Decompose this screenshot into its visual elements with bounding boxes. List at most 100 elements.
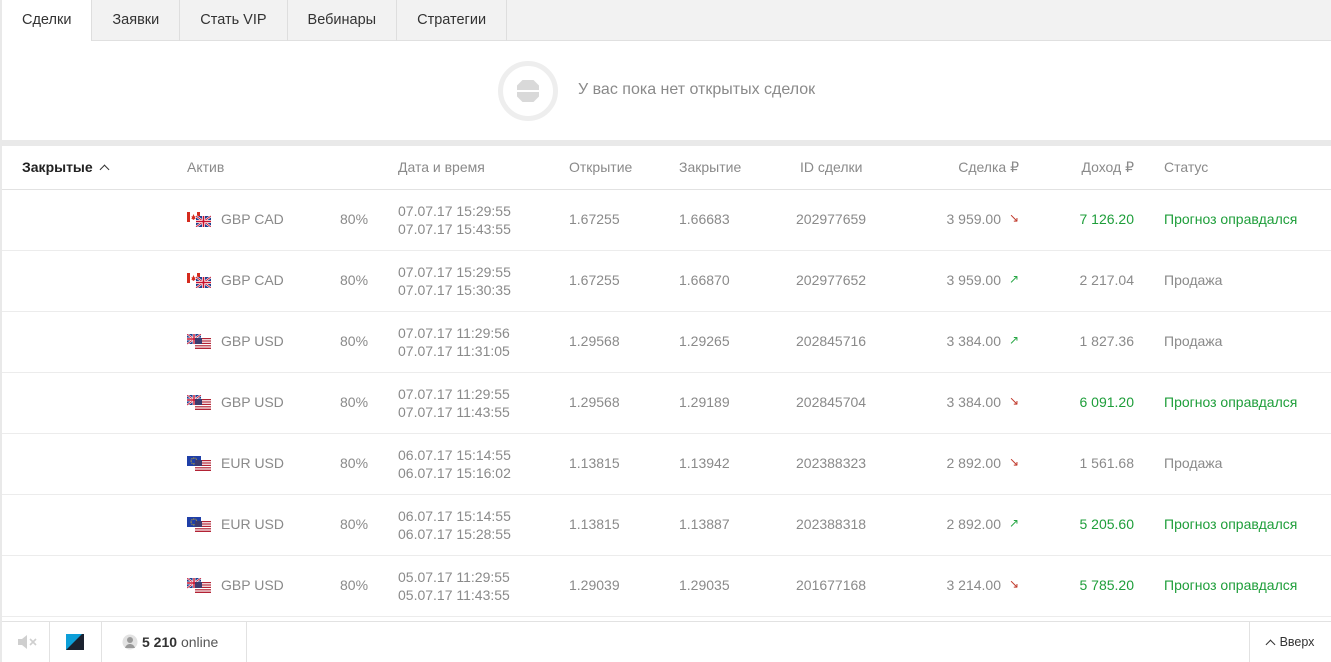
- closed-sort-toggle[interactable]: Закрытые: [22, 159, 110, 175]
- tab-become-vip[interactable]: Стать VIP: [180, 0, 288, 41]
- open-price: 1.13815: [569, 516, 620, 532]
- empty-state-text: У вас пока нет открытых сделок: [578, 81, 816, 98]
- payout-percent: 80%: [340, 455, 369, 471]
- deal-income: 1 827.36: [1079, 333, 1135, 349]
- table-row[interactable]: EUR USD 80% 06.07.17 15:14:55 06.07.17 15:2…: [2, 495, 1331, 556]
- deal-status: Прогноз оправдался: [1164, 577, 1298, 593]
- arrow-up-right-icon: ↗: [1009, 516, 1020, 530]
- close-price: 1.66870: [679, 272, 730, 288]
- deal-id: 202388323: [796, 455, 867, 471]
- close-price: 1.13887: [679, 516, 730, 532]
- tab-bar: Сделки Заявки Стать VIP Вебинары Стратег…: [2, 0, 1331, 42]
- chevron-up-icon: [1265, 639, 1276, 650]
- arrow-down-right-icon: ↘: [1009, 211, 1020, 225]
- deal-amount: 3 214.00: [946, 577, 1002, 593]
- online-label: online: [180, 634, 219, 650]
- close-price: 1.29035: [679, 577, 730, 593]
- asset-name: GBP USD: [221, 333, 284, 349]
- payout-percent: 80%: [340, 333, 369, 349]
- deal-status: Продажа: [1164, 272, 1223, 288]
- tab-strategies[interactable]: Стратегии: [397, 0, 508, 41]
- deal-datetime: 06.07.17 15:14:55 06.07.17 15:16:02: [398, 446, 511, 482]
- deal-status: Прогноз оправдался: [1164, 394, 1298, 410]
- scroll-top-label: Вверх: [1279, 635, 1315, 649]
- payout-percent: 80%: [340, 577, 369, 593]
- table-row[interactable]: GBP USD 80% 07.07.17 11:29:56 07.07.17 11:3…: [2, 312, 1331, 373]
- deal-id: 202845716: [796, 333, 867, 349]
- deal-amount: 2 892.00: [946, 455, 1002, 471]
- deal-status: Продажа: [1164, 455, 1223, 471]
- open-deals-empty-state: У вас пока нет открытых сделок: [2, 41, 1331, 140]
- asset-name: GBP USD: [221, 577, 284, 593]
- deal-amount: 3 959.00: [946, 211, 1002, 227]
- arrow-down-right-icon: ↘: [1009, 455, 1020, 469]
- open-price: 1.29039: [569, 577, 620, 593]
- deal-status: Прогноз оправдался: [1164, 516, 1298, 532]
- brand-logo[interactable]: [50, 622, 102, 662]
- deal-status: Прогноз оправдался: [1164, 211, 1298, 227]
- open-time: 07.07.17 15:29:55: [398, 264, 511, 280]
- payout-percent: 80%: [340, 516, 369, 532]
- online-counter: 5 210 online: [102, 622, 247, 662]
- asset-name: GBP USD: [221, 394, 284, 410]
- header-income: Доход ₽: [1081, 159, 1134, 175]
- deal-income: 5 785.20: [1079, 577, 1135, 593]
- payout-percent: 80%: [340, 272, 369, 288]
- asset-name: EUR USD: [221, 516, 285, 532]
- gbp-usd-flag-icon: [186, 577, 211, 593]
- deal-datetime: 05.07.17 11:29:55 05.07.17 11:43:55: [398, 568, 510, 604]
- deal-id: 202845704: [796, 394, 867, 410]
- table-row[interactable]: GBP CAD 80% 07.07.17 15:29:55 07.07.17 15:4…: [2, 190, 1331, 251]
- close-time: 07.07.17 15:43:55: [398, 221, 511, 237]
- sound-toggle[interactable]: [2, 622, 50, 662]
- arrow-up-right-icon: ↗: [1009, 333, 1020, 347]
- arrow-down-right-icon: ↘: [1009, 577, 1020, 591]
- deal-datetime: 07.07.17 15:29:55 07.07.17 15:30:35: [398, 263, 511, 299]
- header-deal-id: ID сделки: [800, 159, 863, 175]
- open-time: 07.07.17 11:29:56: [398, 325, 510, 341]
- deal-income: 5 205.60: [1079, 516, 1135, 532]
- gbp-cad-flag-icon: [187, 273, 212, 289]
- tab-webinars[interactable]: Вебинары: [288, 0, 398, 41]
- table-row[interactable]: GBP USD 80% 05.07.17 11:29:55 05.07.17 11:4…: [2, 556, 1331, 617]
- deal-id: 202388318: [796, 516, 867, 532]
- open-time: 06.07.17 15:14:55: [398, 508, 511, 524]
- open-price: 1.13815: [569, 455, 620, 471]
- speaker-muted-icon: [18, 635, 37, 649]
- tab-requests[interactable]: Заявки: [92, 0, 181, 41]
- deal-amount: 3 384.00: [946, 333, 1002, 349]
- eur-usd-flag-icon: [187, 517, 211, 532]
- deal-amount: 3 959.00: [946, 272, 1002, 288]
- deal-income: 1 561.68: [1079, 455, 1135, 471]
- open-price: 1.29568: [569, 333, 620, 349]
- close-time: 05.07.17 11:43:55: [398, 587, 510, 603]
- table-header: Закрытые Актив Дата и время Открытие Зак…: [2, 146, 1331, 190]
- deal-datetime: 07.07.17 15:29:55 07.07.17 15:43:55: [398, 202, 511, 238]
- close-price: 1.13942: [679, 455, 730, 471]
- header-deal-amount: Сделка ₽: [958, 159, 1019, 175]
- deal-id: 202977659: [796, 211, 867, 227]
- header-open: Открытие: [569, 159, 633, 175]
- deal-income: 2 217.04: [1079, 272, 1135, 288]
- open-price: 1.67255: [569, 272, 620, 288]
- deal-income: 7 126.20: [1079, 211, 1135, 227]
- arrow-down-right-icon: ↘: [1009, 394, 1020, 408]
- deal-datetime: 06.07.17 15:14:55 06.07.17 15:28:55: [398, 507, 511, 543]
- open-price: 1.67255: [569, 211, 620, 227]
- table-row[interactable]: EUR USD 80% 06.07.17 15:14:55 06.07.17 15:1…: [2, 434, 1331, 495]
- open-time: 07.07.17 11:29:55: [398, 386, 510, 402]
- tab-deals[interactable]: Сделки: [2, 0, 93, 42]
- open-time: 06.07.17 15:14:55: [398, 447, 511, 463]
- open-price: 1.29568: [569, 394, 620, 410]
- scroll-top-button[interactable]: Вверх: [1249, 622, 1331, 662]
- table-row[interactable]: GBP USD 80% 07.07.17 11:29:55 07.07.17 11:4…: [2, 373, 1331, 434]
- deal-income: 6 091.20: [1079, 394, 1135, 410]
- deal-status: Продажа: [1164, 333, 1223, 349]
- footer-bar: 5 210 online Вверх: [2, 621, 1331, 662]
- gbp-usd-flag-icon: [186, 394, 211, 410]
- closed-sort-label: Закрытые: [22, 159, 93, 175]
- header-datetime: Дата и время: [398, 159, 485, 175]
- table-row[interactable]: GBP CAD 80% 07.07.17 15:29:55 07.07.17 15:3…: [2, 251, 1331, 312]
- header-close: Закрытие: [679, 159, 742, 175]
- logo-icon: [66, 634, 84, 650]
